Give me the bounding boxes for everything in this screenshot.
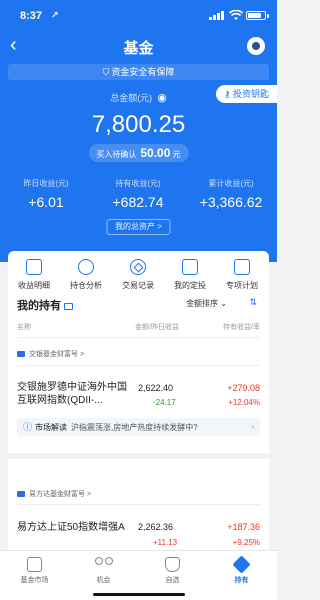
insight-badge: 市场解读 xyxy=(35,423,68,432)
tab-label: 机会 xyxy=(96,577,111,584)
holdings-card: 我的持有 金额排序 ⌄ ⇅ 名称 金额/昨日收益 持有收益/率 交银基金财富号 … xyxy=(8,289,269,559)
calendar-icon xyxy=(182,259,198,275)
quick-action-special-plan[interactable]: 专项计划 xyxy=(216,259,268,291)
card-icon[interactable] xyxy=(64,302,73,310)
sort-order-icon[interactable]: ⇅ xyxy=(249,297,257,308)
total-label-text: 总金额(元) xyxy=(110,93,153,103)
safety-banner[interactable]: ⛉ 资金安全有保障 xyxy=(8,64,269,80)
quick-action-profit-detail[interactable]: 收益明细 xyxy=(8,259,60,291)
company-logo-icon xyxy=(17,351,25,358)
status-time: 8:37 xyxy=(20,10,43,22)
wifi-icon xyxy=(229,10,243,20)
col-name: 名称 xyxy=(17,324,31,331)
pending-value: 50.00 xyxy=(140,146,171,160)
company-name: 易方达基金财富号 > xyxy=(29,491,92,498)
tab-fund-market[interactable]: 基金市场 xyxy=(0,557,69,585)
divider xyxy=(17,337,260,338)
nav-bar: ‹ 基金 xyxy=(0,32,277,60)
company-link[interactable]: 易方达基金财富号 > xyxy=(17,489,91,499)
binoculars-icon xyxy=(69,557,138,575)
info-icon: ⓘ xyxy=(23,422,33,432)
signal-icon xyxy=(209,11,224,20)
fund-yesterday-profit: +11.13 xyxy=(153,538,178,547)
pending-label: 买入待确认 xyxy=(96,150,137,159)
company-name: 交银基金财富号 > xyxy=(29,351,85,358)
holding-profit-value: +682.74 xyxy=(112,194,164,210)
assistant-icon[interactable] xyxy=(247,37,265,55)
total-amount-value: 7,800.25 xyxy=(91,111,186,138)
chart-window-icon xyxy=(27,557,42,572)
holding-profit-label: 持有收益(元) xyxy=(115,179,161,188)
tab-watchlist[interactable]: 自选 xyxy=(138,557,207,585)
document-icon xyxy=(26,259,42,275)
group-divider xyxy=(8,453,269,459)
yesterday-profit-value: +6.01 xyxy=(28,194,64,210)
pending-unit: 元 xyxy=(172,150,181,159)
cumulative-profit-label: 累计收益(元) xyxy=(208,179,254,188)
cumulative-profit[interactable]: 累计收益(元) +3,366.62 xyxy=(185,178,277,210)
quick-action-my-plans[interactable]: 我的定投 xyxy=(164,259,216,291)
shield-icon: ⛉ xyxy=(102,67,110,77)
pending-confirm-pill[interactable]: 买入待确认 50.00 元 xyxy=(88,144,189,162)
fund-hold-profit: +279.08 xyxy=(227,383,260,393)
stack-icon xyxy=(232,555,251,574)
holdings-title: 我的持有 xyxy=(17,297,73,313)
total-assets-button[interactable]: 我的总资产 > xyxy=(106,219,171,235)
pie-chart-icon xyxy=(78,259,94,275)
holdings-title-text: 我的持有 xyxy=(17,300,61,312)
safety-text: 资金安全有保障 xyxy=(111,67,175,77)
sort-dropdown[interactable]: 金额排序 ⌄ xyxy=(186,298,227,309)
fund-hold-rate: +9.25% xyxy=(232,538,260,547)
company-link[interactable]: 交银基金财富号 > xyxy=(17,349,84,359)
watchlist-icon xyxy=(165,557,180,572)
eye-icon[interactable]: ◉ xyxy=(157,91,167,104)
fund-amount: 2,622.40 xyxy=(138,383,174,393)
tab-bar: 基金市场 机会 自选 持有 xyxy=(0,550,277,600)
bookmark-icon xyxy=(234,259,250,275)
fund-amount: 2,262.36 xyxy=(138,522,174,532)
page-title: 基金 xyxy=(123,40,154,57)
divider xyxy=(17,365,260,366)
battery-icon xyxy=(246,11,269,20)
quick-action-trade-records[interactable]: 交易记录 xyxy=(112,259,164,291)
location-icon: ↗ xyxy=(51,10,59,20)
tab-holdings[interactable]: 持有 xyxy=(207,555,276,585)
tab-label: 持有 xyxy=(234,577,249,584)
cumulative-profit-value: +3,366.62 xyxy=(199,194,263,210)
divider xyxy=(17,504,260,505)
market-insight[interactable]: ⓘ 市场解读 沪指震荡涨,房地产热度持续发酵中? › xyxy=(17,418,260,436)
col-profit: 持有收益/率 xyxy=(223,324,260,331)
fund-yesterday-profit: -24.17 xyxy=(153,398,176,407)
home-indicator xyxy=(92,593,185,596)
fund-hold-rate: +12.04% xyxy=(228,398,260,407)
tab-opportunity[interactable]: 机会 xyxy=(69,557,138,585)
fund-name[interactable]: 交银施罗德中证海外中国互联网指数(QDII-... xyxy=(17,381,129,407)
status-bar: 8:37 ↗ xyxy=(0,0,277,32)
tab-label: 自选 xyxy=(165,577,180,584)
insight-text: 沪指震荡涨,房地产热度持续发酵中? xyxy=(71,423,198,432)
fund-hold-profit: +187.36 xyxy=(227,522,260,532)
tab-label: 基金市场 xyxy=(20,577,49,584)
yesterday-profit-label: 昨日收益(元) xyxy=(23,179,69,188)
fund-name[interactable]: 易方达上证50指数增强A xyxy=(17,521,137,534)
yesterday-profit[interactable]: 昨日收益(元) +6.01 xyxy=(0,178,92,210)
company-logo-icon xyxy=(17,491,25,498)
col-amount: 金额/昨日收益 xyxy=(135,324,179,331)
diamond-icon xyxy=(130,259,146,275)
chevron-right-icon: › xyxy=(251,422,254,431)
total-amount-label: 总金额(元) ◉ xyxy=(0,91,277,104)
quick-action-position-analysis[interactable]: 持仓分析 xyxy=(60,259,112,291)
holding-profit[interactable]: 持有收益(元) +682.74 xyxy=(92,178,184,210)
